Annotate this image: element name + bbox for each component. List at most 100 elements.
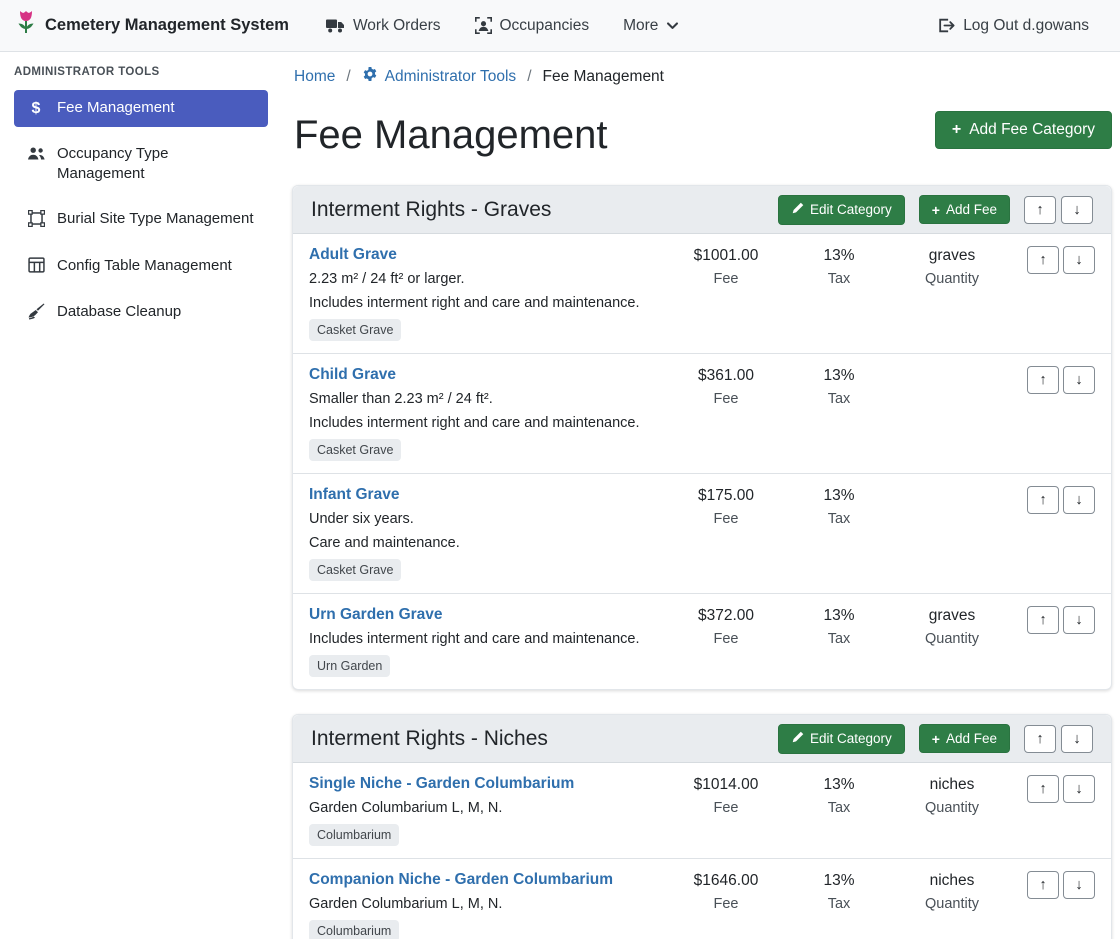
fee-name-link[interactable]: Companion Niche - Garden Columbarium bbox=[309, 871, 613, 889]
sidebar-item-label: Fee Management bbox=[57, 98, 175, 118]
sidebar-item-label: Occupancy Type Management bbox=[57, 144, 256, 184]
quantity-label: Quantity bbox=[897, 800, 1007, 816]
tax-label: Tax bbox=[789, 800, 889, 816]
sidebar-item-label: Burial Site Type Management bbox=[57, 209, 254, 229]
fee-main: Single Niche - Garden Columbarium Garden… bbox=[309, 775, 663, 846]
edit-category-button[interactable]: Edit Category bbox=[778, 724, 905, 754]
nav-more-label: More bbox=[623, 17, 658, 35]
fee-move-up-button[interactable]: ↑ bbox=[1027, 606, 1059, 634]
fee-amount: $1014.00 bbox=[671, 775, 781, 795]
fee-row: Urn Garden Grave Includes interment righ… bbox=[293, 594, 1111, 689]
tax-value: 13% bbox=[789, 606, 889, 626]
edit-category-label: Edit Category bbox=[810, 731, 892, 746]
category-move-up-button[interactable]: ↑ bbox=[1024, 725, 1056, 753]
fee-type-badge: Casket Grave bbox=[309, 559, 401, 581]
fee-amount: $361.00 bbox=[671, 366, 781, 386]
fee-move-up-button[interactable]: ↑ bbox=[1027, 871, 1059, 899]
breadcrumb-separator: / bbox=[346, 68, 350, 86]
fee-amount-cell: $1014.00 Fee bbox=[671, 775, 781, 816]
fee-label: Fee bbox=[671, 896, 781, 912]
sidebar-item-occupancy-type-management[interactable]: Occupancy Type Management bbox=[14, 136, 268, 192]
fee-row: Child Grave Smaller than 2.23 m² / 24 ft… bbox=[293, 354, 1111, 474]
fee-description: Includes interment right and care and ma… bbox=[309, 293, 663, 313]
fee-name-link[interactable]: Urn Garden Grave bbox=[309, 606, 443, 624]
fee-name-link[interactable]: Adult Grave bbox=[309, 246, 397, 264]
sidebar-item-database-cleanup[interactable]: Database Cleanup bbox=[14, 294, 268, 332]
sidebar-item-burial-site-type-management[interactable]: Burial Site Type Management bbox=[14, 201, 268, 239]
tulip-logo-icon bbox=[16, 10, 36, 41]
fee-amount-cell: $1646.00 Fee bbox=[671, 871, 781, 912]
fee-move-down-button[interactable]: ↓ bbox=[1063, 486, 1095, 514]
quantity-cell: niches Quantity bbox=[897, 775, 1007, 816]
bounding-box-icon bbox=[26, 210, 46, 231]
nav-occupancies-label: Occupancies bbox=[500, 17, 590, 35]
fee-name-link[interactable]: Child Grave bbox=[309, 366, 396, 384]
breadcrumb-home-label: Home bbox=[294, 68, 335, 86]
edit-category-label: Edit Category bbox=[810, 202, 892, 217]
tax-value: 13% bbox=[789, 366, 889, 386]
fee-label: Fee bbox=[671, 800, 781, 816]
nav-occupancies[interactable]: Occupancies bbox=[460, 9, 605, 43]
sidebar-item-label: Database Cleanup bbox=[57, 302, 181, 322]
add-fee-button[interactable]: + Add Fee bbox=[919, 195, 1010, 224]
tax-value: 13% bbox=[789, 775, 889, 795]
pencil-icon bbox=[791, 731, 804, 747]
plus-icon: + bbox=[932, 203, 940, 217]
plus-icon: + bbox=[932, 732, 940, 746]
fee-type-badge: Casket Grave bbox=[309, 439, 401, 461]
category-move-down-button[interactable]: ↓ bbox=[1061, 725, 1093, 753]
fee-label: Fee bbox=[671, 631, 781, 647]
fee-name-link[interactable]: Infant Grave bbox=[309, 486, 399, 504]
nav-more[interactable]: More bbox=[608, 9, 694, 43]
fee-reorder-controls: ↑ ↓ bbox=[1015, 366, 1095, 394]
fee-amount-cell: $1001.00 Fee bbox=[671, 246, 781, 287]
broom-icon bbox=[26, 303, 46, 324]
chevron-down-icon bbox=[666, 19, 679, 32]
fee-label: Fee bbox=[671, 391, 781, 407]
add-fee-label: Add Fee bbox=[946, 202, 997, 217]
fee-move-down-button[interactable]: ↓ bbox=[1063, 775, 1095, 803]
person-bounding-box-icon bbox=[475, 17, 492, 34]
fee-label: Fee bbox=[671, 271, 781, 287]
fee-reorder-controls: ↑ ↓ bbox=[1015, 246, 1095, 274]
breadcrumb-home-link[interactable]: Home bbox=[294, 68, 335, 86]
fee-move-up-button[interactable]: ↑ bbox=[1027, 486, 1059, 514]
fee-move-down-button[interactable]: ↓ bbox=[1063, 606, 1095, 634]
edit-category-button[interactable]: Edit Category bbox=[778, 195, 905, 225]
category-move-down-button[interactable]: ↓ bbox=[1061, 196, 1093, 224]
add-fee-category-button[interactable]: + Add Fee Category bbox=[935, 111, 1112, 149]
fee-move-down-button[interactable]: ↓ bbox=[1063, 366, 1095, 394]
fee-main: Child Grave Smaller than 2.23 m² / 24 ft… bbox=[309, 366, 663, 461]
sidebar-item-config-table-management[interactable]: Config Table Management bbox=[14, 248, 268, 285]
breadcrumb-admin-tools-label: Administrator Tools bbox=[385, 68, 517, 86]
fee-description: Garden Columbarium L, M, N. bbox=[309, 894, 663, 914]
logout-button[interactable]: Log Out d.gowans bbox=[922, 9, 1104, 43]
sidebar-item-fee-management[interactable]: $ Fee Management bbox=[14, 90, 268, 127]
quantity-value: graves bbox=[897, 606, 1007, 626]
fee-reorder-controls: ↑ ↓ bbox=[1015, 871, 1095, 899]
fee-label: Fee bbox=[671, 511, 781, 527]
app-brand[interactable]: Cemetery Management System bbox=[16, 10, 289, 41]
fee-main: Infant Grave Under six years. Care and m… bbox=[309, 486, 663, 581]
add-fee-button[interactable]: + Add Fee bbox=[919, 724, 1010, 753]
logout-label: Log Out d.gowans bbox=[963, 17, 1089, 35]
main-content: Home / Administrator Tools / Fee Managem… bbox=[280, 52, 1120, 939]
tax-value: 13% bbox=[789, 871, 889, 891]
fee-name-link[interactable]: Single Niche - Garden Columbarium bbox=[309, 775, 574, 793]
quantity-value: niches bbox=[897, 775, 1007, 795]
fee-move-up-button[interactable]: ↑ bbox=[1027, 775, 1059, 803]
fee-description: Garden Columbarium L, M, N. bbox=[309, 798, 663, 818]
fee-move-down-button[interactable]: ↓ bbox=[1063, 871, 1095, 899]
fee-amount: $1646.00 bbox=[671, 871, 781, 891]
fee-reorder-controls: ↑ ↓ bbox=[1015, 606, 1095, 634]
tax-cell: 13% Tax bbox=[789, 606, 889, 647]
category-move-up-button[interactable]: ↑ bbox=[1024, 196, 1056, 224]
nav-work-orders[interactable]: Work Orders bbox=[311, 9, 456, 43]
fee-move-up-button[interactable]: ↑ bbox=[1027, 366, 1059, 394]
add-fee-label: Add Fee bbox=[946, 731, 997, 746]
fee-description: Under six years. bbox=[309, 509, 663, 529]
fee-move-up-button[interactable]: ↑ bbox=[1027, 246, 1059, 274]
breadcrumb-admin-tools-link[interactable]: Administrator Tools bbox=[362, 66, 517, 87]
fee-move-down-button[interactable]: ↓ bbox=[1063, 246, 1095, 274]
quantity-cell: niches Quantity bbox=[897, 871, 1007, 912]
